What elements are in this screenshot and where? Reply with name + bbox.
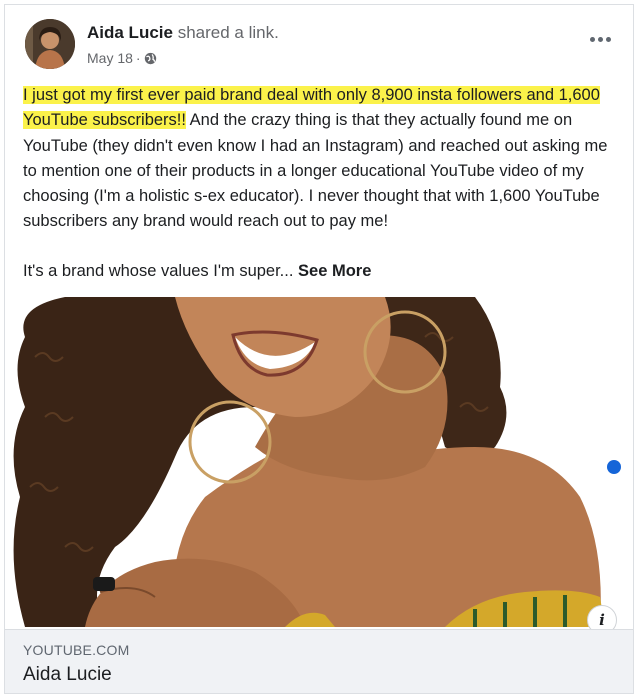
author-action: shared a link.	[177, 23, 279, 42]
more-options-icon[interactable]	[585, 29, 615, 49]
post-text: I just got my first ever paid brand deal…	[23, 83, 623, 235]
globe-icon	[144, 52, 157, 65]
link-preview-footer[interactable]: YOUTUBE.COM Aida Lucie	[5, 629, 633, 693]
see-more-link[interactable]: See More	[298, 262, 371, 280]
post-text-second: It's a brand whose values I'm super... S…	[23, 259, 623, 283]
link-domain: YOUTUBE.COM	[23, 642, 130, 658]
post-date[interactable]: May 18	[87, 50, 133, 66]
post-header: Aida Lucie shared a link. May 18 ·	[5, 5, 633, 75]
author-line: Aida Lucie shared a link.	[87, 23, 279, 43]
link-title[interactable]: Aida Lucie	[23, 664, 112, 686]
link-preview-image[interactable]	[5, 297, 633, 627]
date-separator: ·	[135, 50, 141, 66]
author-avatar[interactable]	[25, 19, 75, 69]
author-name[interactable]: Aida Lucie	[87, 23, 173, 42]
facebook-post: Aida Lucie shared a link. May 18 · I jus…	[4, 4, 634, 694]
blue-dot-marker	[607, 460, 621, 474]
second-paragraph: It's a brand whose values I'm super...	[23, 262, 294, 280]
post-text-rest: And the crazy thing is that they actuall…	[23, 111, 608, 231]
post-meta: May 18 ·	[87, 50, 157, 66]
